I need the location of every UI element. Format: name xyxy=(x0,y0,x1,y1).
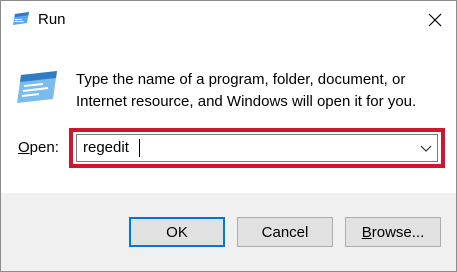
ok-button-label: OK xyxy=(166,223,188,241)
close-icon xyxy=(428,13,442,27)
run-app-icon xyxy=(13,12,29,25)
text-cursor xyxy=(139,139,140,157)
title-bar: Run xyxy=(1,1,456,39)
open-combobox[interactable] xyxy=(76,134,438,162)
cancel-button[interactable]: Cancel xyxy=(237,217,333,247)
browse-button[interactable]: Browse... xyxy=(345,217,441,247)
cancel-button-label: Cancel xyxy=(261,223,309,241)
open-label: Open: xyxy=(18,138,59,158)
browse-button-label: rowse... xyxy=(371,223,425,241)
ok-button[interactable]: OK xyxy=(129,217,225,247)
open-label-accelerator: O xyxy=(18,139,30,156)
window-title: Run xyxy=(38,11,66,28)
browse-button-accelerator: B xyxy=(361,223,372,241)
run-dialog: Run Type the name of a program, folder, … xyxy=(0,0,457,272)
open-label-text: pen: xyxy=(29,139,59,156)
close-button[interactable] xyxy=(417,5,453,35)
run-app-icon xyxy=(17,71,57,103)
run-description: Type the name of a program, folder, docu… xyxy=(76,71,417,110)
button-bar: OK Cancel Browse... xyxy=(1,193,456,271)
chevron-down-icon[interactable] xyxy=(420,143,432,153)
open-input[interactable] xyxy=(83,138,403,158)
